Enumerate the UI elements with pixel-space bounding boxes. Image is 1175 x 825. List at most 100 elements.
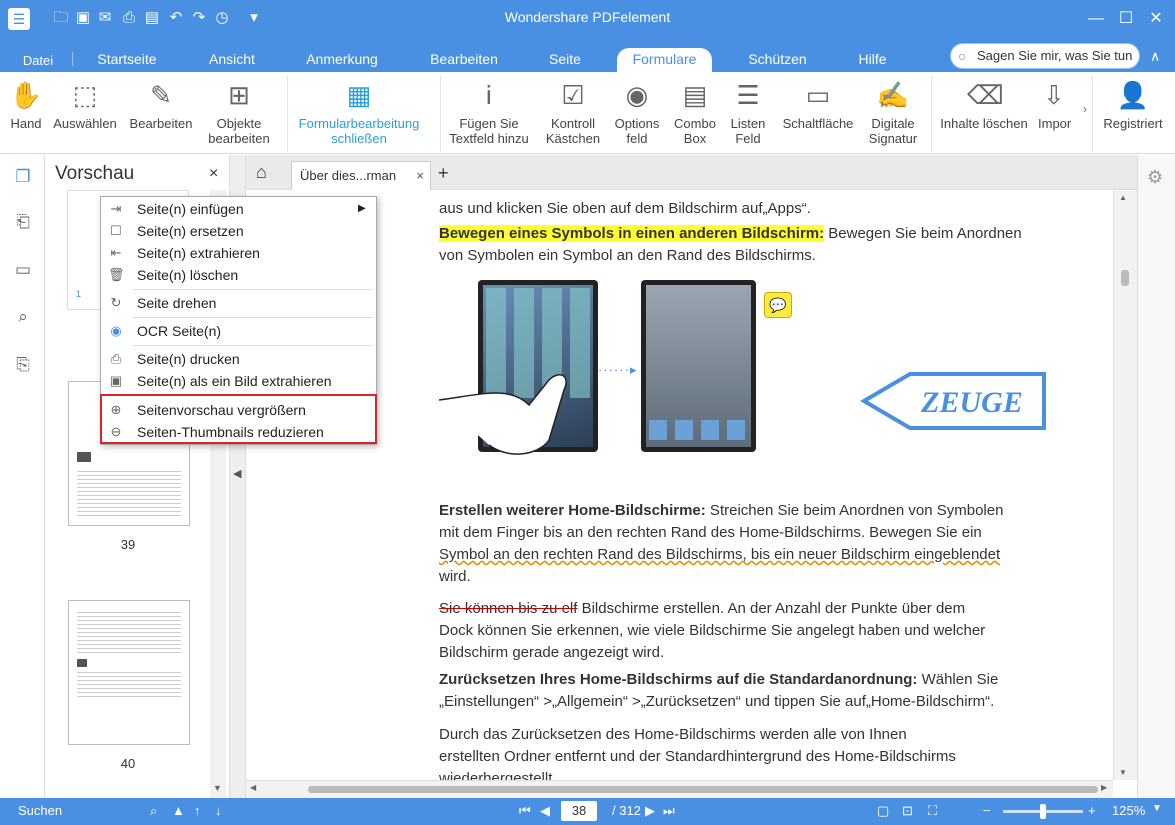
- close-icon[interactable]: ✕: [1145, 8, 1167, 30]
- doc-text: „Einstellungen“ >„Allgemein“ >„Zurückset…: [439, 693, 995, 710]
- digital-signature-button[interactable]: ✍ Digitale Signatur: [862, 78, 924, 146]
- clear-contents-button[interactable]: ⌫ Inhalte löschen: [934, 78, 1034, 131]
- close-form-editing-label-2: schließen: [331, 131, 387, 146]
- edit-objects-button[interactable]: ⊞ Objekte bearbeiten: [202, 78, 276, 146]
- tab-ansicht[interactable]: Ansicht: [192, 48, 272, 72]
- menu-item-extract-image[interactable]: ▣ Seite(n) als ein Bild extrahieren: [101, 370, 376, 392]
- checkbox-button[interactable]: ☑ Kontroll Kästchen: [540, 78, 606, 146]
- close-tab-icon[interactable]: ×: [416, 162, 424, 190]
- edit-icon: ✎: [150, 80, 172, 110]
- thumb-text: [77, 669, 181, 699]
- tab-bearbeiten[interactable]: Bearbeiten: [414, 48, 514, 72]
- menu-item-ocr[interactable]: ◉ OCR Seite(n): [101, 320, 376, 342]
- scroll-thumb[interactable]: [1121, 270, 1129, 286]
- zoom-in-icon[interactable]: +: [1088, 803, 1096, 818]
- find-icon[interactable]: ⌕: [150, 803, 157, 819]
- menu-item-insert-pages[interactable]: ⇥ Seite(n) einfügen ▶: [101, 198, 376, 220]
- next-page-icon[interactable]: ▶: [645, 803, 655, 819]
- fit-page-icon[interactable]: ▢: [877, 803, 889, 819]
- tab-anmerkung[interactable]: Anmerkung: [292, 48, 392, 72]
- doc-text: Bewegen Sie beim Anordnen: [824, 225, 1022, 242]
- scroll-left-icon[interactable]: ◀: [250, 783, 256, 792]
- find-previous-icon[interactable]: ▲: [172, 803, 185, 818]
- document-tab[interactable]: Über dies...rman ×: [291, 161, 431, 191]
- doc-text: mit dem Finger bis an den rechten Rand d…: [439, 524, 982, 541]
- add-textfield-button[interactable]: Ꭵ Fügen Sie Textfeld hinzu: [444, 78, 534, 146]
- import-button[interactable]: ⇩ Impor: [1038, 78, 1082, 131]
- tab-datei[interactable]: Datei: [8, 50, 68, 74]
- tab-schuetzen[interactable]: Schützen: [735, 48, 820, 72]
- maximize-icon[interactable]: ☐: [1115, 8, 1137, 30]
- ribbon-separator: [287, 76, 288, 152]
- fullscreen-icon[interactable]: ⛶: [928, 803, 937, 819]
- page-number-input[interactable]: 38: [561, 801, 597, 821]
- replace-pages-icon: ☐: [110, 223, 122, 238]
- document-horizontal-scrollbar[interactable]: ◀ ▶: [246, 780, 1113, 798]
- ribbon-more-icon[interactable]: ›: [1083, 102, 1087, 116]
- zoom-level[interactable]: 125%: [1112, 803, 1145, 818]
- menu-item-print-pages[interactable]: ⎙ Seite(n) drucken: [101, 348, 376, 370]
- checkbox-icon: ☑: [561, 80, 585, 110]
- pages-thumbnail-icon[interactable]: ❐: [12, 167, 34, 189]
- zoom-out-icon[interactable]: −: [983, 803, 991, 818]
- textfield-icon: Ꭵ: [486, 80, 492, 110]
- zoom-slider-handle[interactable]: [1040, 804, 1046, 819]
- select-tool-button[interactable]: ⬚ Auswählen: [50, 78, 120, 131]
- list-field-button[interactable]: ☰ Listen Feld: [722, 78, 774, 146]
- scroll-down-icon[interactable]: ▼: [1119, 768, 1127, 777]
- scroll-thumb[interactable]: [308, 786, 1098, 793]
- search-input[interactable]: ○ Sagen Sie mir, was Sie tun: [950, 43, 1140, 69]
- edit-button[interactable]: ✎ Bearbeiten: [124, 78, 198, 131]
- title-bar: ☰ 🗀 ▣ ✉ ⎙ ▤ ↶ ↷ ◷ ▾ Wondershare PDFeleme…: [0, 0, 1175, 45]
- menu-item-rotate-page[interactable]: ↻ Seite drehen: [101, 292, 376, 314]
- new-tab-icon[interactable]: +: [438, 163, 449, 184]
- page-thumbnail-40[interactable]: [68, 600, 190, 745]
- document-tab-bar: ⌂ Über dies...rman × +: [246, 155, 1137, 191]
- last-page-icon[interactable]: ⏭: [663, 803, 675, 819]
- tab-hilfe[interactable]: Hilfe: [845, 48, 900, 72]
- scroll-right-icon[interactable]: ▶: [1101, 783, 1107, 792]
- fit-width-icon[interactable]: ⊡: [902, 803, 913, 819]
- push-button-field-button[interactable]: ▭ Schaltfläche: [776, 78, 860, 131]
- tab-startseite[interactable]: Startseite: [82, 48, 172, 72]
- close-panel-icon[interactable]: ×: [209, 165, 218, 183]
- signature-label-1: Digitale: [871, 116, 915, 131]
- stamp[interactable]: ZEUGE: [860, 370, 1050, 432]
- button-shape-icon: ▭: [805, 80, 831, 110]
- find-up-icon[interactable]: ↑: [194, 803, 201, 818]
- collapse-arrow-icon[interactable]: ◀: [233, 467, 241, 480]
- menu-item-replace-pages[interactable]: ☐ Seite(n) ersetzen: [101, 220, 376, 242]
- search-icon[interactable]: ⌕: [12, 307, 34, 329]
- hand-tool-button[interactable]: ✋ Hand: [4, 78, 48, 131]
- button-field-label: Schaltfläche: [782, 116, 854, 131]
- menu-item-delete-pages[interactable]: 🗑 Seite(n) löschen: [101, 264, 376, 286]
- checkbox-label-1: Kontroll: [550, 116, 596, 131]
- comment-note-icon[interactable]: 💬: [764, 292, 792, 318]
- ribbon-separator: [1092, 76, 1093, 152]
- search-label[interactable]: Suchen: [18, 803, 62, 818]
- scroll-down-icon[interactable]: ▼: [213, 783, 222, 793]
- minimize-icon[interactable]: —: [1085, 8, 1107, 30]
- first-page-icon[interactable]: ⏮: [519, 803, 531, 819]
- previous-page-icon[interactable]: ◀: [540, 803, 550, 819]
- doc-text: wird.: [439, 568, 471, 585]
- comment-icon[interactable]: ▭: [12, 260, 34, 282]
- registered-user-button[interactable]: 👤 Registriert: [1096, 78, 1170, 131]
- tab-seite[interactable]: Seite: [535, 48, 595, 72]
- tab-formulare[interactable]: Formulare: [617, 48, 712, 72]
- close-form-editing-button[interactable]: ▦ Formularbearbeitung schließen: [290, 78, 428, 146]
- find-down-icon[interactable]: ↓: [215, 803, 222, 818]
- radio-button-field-button[interactable]: ◉ Options feld: [610, 78, 664, 146]
- ribbon-separator: [440, 76, 441, 152]
- combo-box-button[interactable]: ▤ Combo Box: [668, 78, 722, 146]
- collapse-ribbon-icon[interactable]: ∧: [1150, 48, 1160, 65]
- document-vertical-scrollbar[interactable]: ▲ ▼: [1113, 190, 1137, 780]
- bookmark-icon[interactable]: ⎗: [12, 212, 34, 234]
- ribbon-separator: [931, 76, 932, 152]
- search-document-icon[interactable]: ⎘: [12, 355, 34, 377]
- home-icon[interactable]: ⌂: [256, 162, 267, 183]
- menu-item-extract-pages[interactable]: ⇤ Seite(n) extrahieren: [101, 242, 376, 264]
- scroll-up-icon[interactable]: ▲: [1119, 193, 1127, 202]
- settings-gear-icon[interactable]: ⚙: [1147, 167, 1163, 188]
- zoom-dropdown-icon[interactable]: ▼: [1152, 803, 1162, 814]
